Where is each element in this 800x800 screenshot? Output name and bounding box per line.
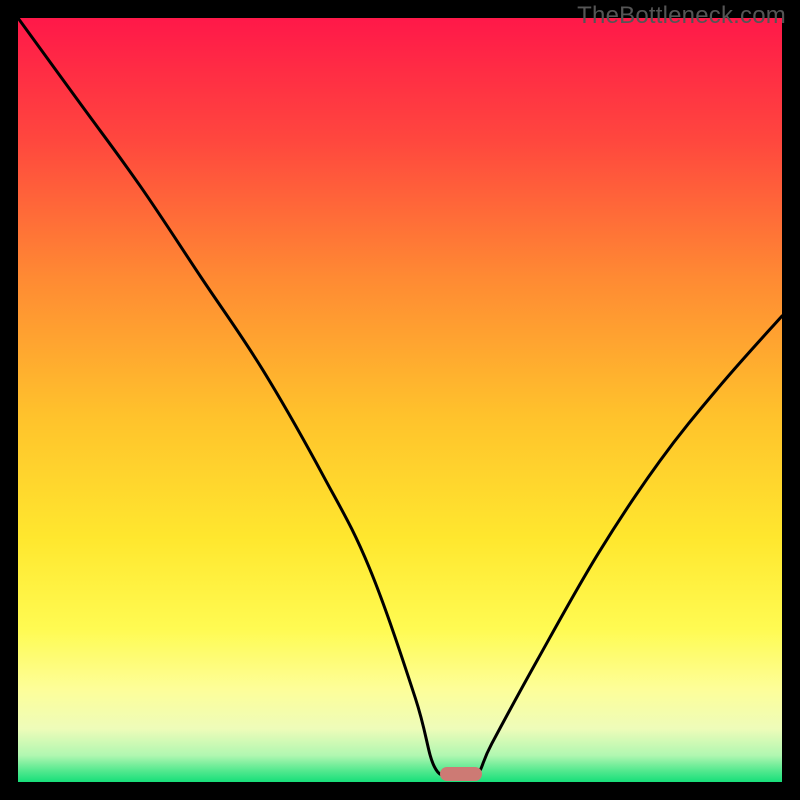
attribution-label: TheBottleneck.com <box>577 2 786 30</box>
plot-area <box>18 18 782 782</box>
chart-frame: TheBottleneck.com <box>0 0 800 800</box>
optimal-point-marker <box>440 767 482 781</box>
gradient-background <box>18 18 782 782</box>
